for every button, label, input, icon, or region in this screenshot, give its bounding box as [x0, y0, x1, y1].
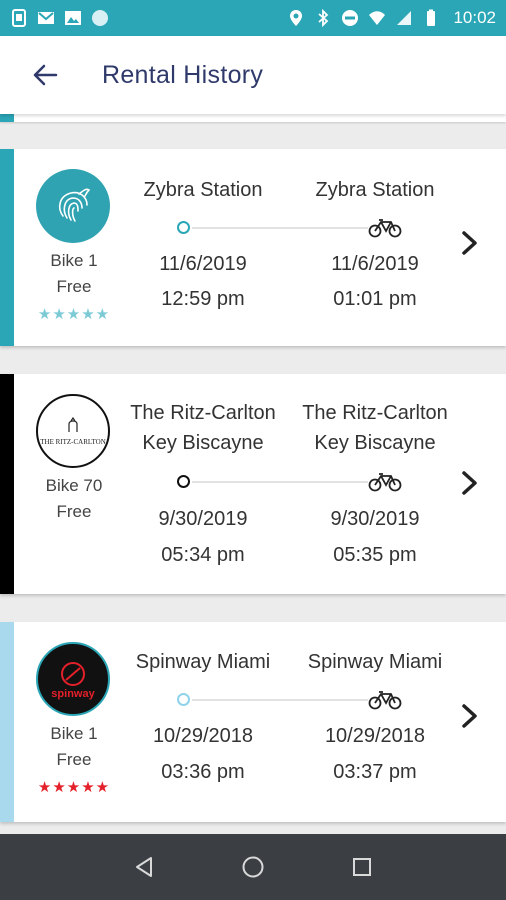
- partial-card: [0, 114, 506, 122]
- end-date: 9/30/2019: [330, 508, 420, 530]
- ritz-logo-mark: THE RITZ-CARLTON: [40, 416, 106, 446]
- start-time: 12:59 pm: [161, 288, 245, 310]
- start-date: 11/6/2019: [159, 253, 247, 275]
- end-date: 11/6/2019: [331, 253, 419, 275]
- status-right-icons: 10:02: [287, 8, 496, 28]
- start-time: 05:34 pm: [161, 544, 245, 566]
- app-bar: Rental History: [0, 36, 506, 114]
- card-accent: [0, 374, 14, 594]
- card-accent: [0, 114, 14, 122]
- system-nav-bar: [0, 834, 506, 900]
- route-line: [192, 699, 368, 701]
- rental-price: Free: [56, 277, 92, 296]
- start-dot-icon: [177, 693, 190, 706]
- nav-home-button[interactable]: [233, 847, 273, 887]
- rating-stars: ★★★★★: [37, 779, 111, 796]
- end-time: 01:01 pm: [333, 288, 417, 310]
- start-dot-icon: [177, 221, 190, 234]
- phone-sim-icon: [12, 9, 26, 27]
- end-station: Zybra Station: [315, 179, 435, 201]
- bluetooth-icon: [318, 9, 329, 27]
- image-icon: [65, 11, 81, 25]
- recents-square-icon: [352, 858, 371, 876]
- bicycle-icon: [368, 219, 402, 238]
- lion-crest-icon: [68, 416, 78, 432]
- status-bar: 10:02: [0, 0, 506, 36]
- rental-card-ritz-carlton[interactable]: THE RITZ-CARLTON Bike 70 Free The Ritz-C…: [0, 374, 506, 594]
- end-station-line2: Key Biscayne: [314, 432, 436, 454]
- chevron-right-icon[interactable]: [458, 702, 482, 730]
- battery-icon: [427, 9, 436, 26]
- start-date: 10/29/2018: [152, 725, 254, 747]
- start-date: 9/30/2019: [158, 508, 248, 530]
- arrow-back-icon: [33, 64, 58, 86]
- nav-recents-button[interactable]: [342, 847, 382, 887]
- ritz-carlton-logo: THE RITZ-CARLTON: [36, 394, 110, 468]
- rental-card-spinway[interactable]: spinway Bike 1 Free ★★★★★ Spinway Miami …: [0, 622, 506, 822]
- rental-card-zybra[interactable]: Bike 1 Free ★★★★★ Zybra Station Zybra St…: [0, 149, 506, 346]
- start-station: The Ritz-Carlton Key Biscayne: [118, 398, 288, 458]
- start-dot-icon: [177, 475, 190, 488]
- bicycle-icon: [368, 473, 402, 492]
- zybra-logo: [36, 169, 110, 243]
- fingerprint-zebra-icon: [58, 188, 91, 222]
- rental-price: Free: [56, 750, 92, 769]
- card-accent: [0, 622, 14, 822]
- rating-stars: ★★★★★: [37, 306, 111, 323]
- end-station: The Ritz-Carlton Key Biscayne: [290, 398, 460, 458]
- end-time: 03:37 pm: [333, 761, 417, 783]
- ritz-logo-text: THE RITZ-CARLTON: [40, 437, 106, 446]
- end-date: 10/29/2018: [324, 725, 426, 747]
- signal-icon: [397, 11, 412, 25]
- chevron-right-icon[interactable]: [458, 229, 482, 257]
- start-station-line1: The Ritz-Carlton: [130, 402, 276, 424]
- spin-circle-icon: [61, 661, 85, 686]
- gmail-icon: [38, 12, 54, 24]
- home-circle-icon: [242, 856, 264, 878]
- bicycle-icon: [368, 691, 402, 710]
- end-station: Spinway Miami: [307, 651, 443, 673]
- spinway-logo: spinway: [36, 642, 110, 716]
- nav-back-button[interactable]: [124, 847, 164, 887]
- wifi-icon: [369, 11, 386, 25]
- start-station-line2: Key Biscayne: [142, 432, 264, 454]
- route-line: [192, 481, 368, 483]
- start-station: Zybra Station: [143, 179, 263, 201]
- end-time: 05:35 pm: [333, 544, 417, 566]
- end-station-line1: The Ritz-Carlton: [302, 402, 448, 424]
- status-time: 10:02: [453, 8, 496, 27]
- rental-price: Free: [56, 502, 92, 521]
- bike-name: Bike 1: [50, 724, 98, 743]
- page-title: Rental History: [102, 60, 264, 89]
- bike-name: Bike 1: [50, 251, 98, 270]
- spinway-logo-mark: spinway: [51, 660, 95, 700]
- back-triangle-icon: [136, 857, 153, 877]
- bike-name: Bike 70: [45, 476, 103, 495]
- circle-icon: [92, 10, 108, 26]
- card-accent: [0, 149, 14, 346]
- start-station: Spinway Miami: [135, 651, 271, 673]
- status-left-icons: [10, 9, 109, 27]
- chevron-right-icon[interactable]: [458, 469, 482, 497]
- do-not-disturb-icon: [342, 10, 359, 26]
- spinway-logo-text: spinway: [51, 687, 95, 700]
- start-time: 03:36 pm: [161, 761, 245, 783]
- rental-list[interactable]: Bike 1 Free ★★★★★ Zybra Station Zybra St…: [0, 114, 506, 834]
- back-button[interactable]: [20, 50, 70, 100]
- route-line: [192, 227, 368, 229]
- location-icon: [290, 10, 303, 26]
